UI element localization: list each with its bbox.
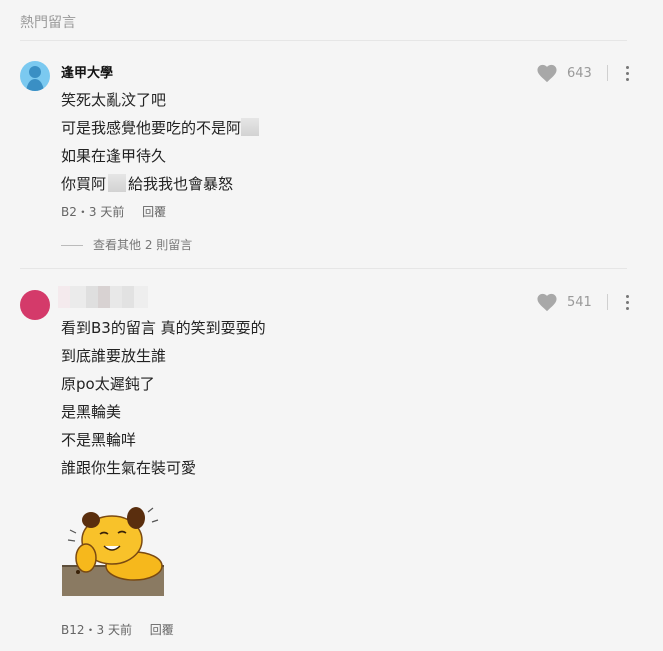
view-more-replies-label: 查看其他 2 則留言: [93, 238, 193, 252]
like-group: 541: [536, 292, 633, 312]
more-vertical-icon[interactable]: [622, 64, 633, 83]
avatar[interactable]: [20, 290, 50, 320]
comment-line: 到底誰要放生誰: [61, 347, 167, 365]
comment-line: 不是黑輪咩: [61, 431, 137, 449]
comment-line: 如果在逢甲待久: [61, 147, 167, 165]
comment-line: 是黑輪美: [61, 403, 122, 421]
divider: [20, 40, 627, 41]
like-group: 643: [536, 63, 633, 83]
author-name-blurred[interactable]: [58, 286, 148, 308]
author-name[interactable]: 逢甲大學: [61, 62, 113, 81]
comment-line: 看到B3的留言 真的笑到耍耍的: [61, 319, 266, 337]
reply-button[interactable]: 回覆: [142, 205, 166, 219]
floor-time: B12・3 天前: [61, 623, 132, 637]
avatar[interactable]: [20, 61, 50, 91]
comment-line: 你買阿 給我我也會暴怒: [61, 174, 234, 193]
comment-line: 笑死太亂汶了吧: [61, 91, 167, 109]
heart-icon[interactable]: [536, 292, 558, 312]
heart-icon[interactable]: [536, 63, 558, 83]
blurred-text: [108, 174, 127, 192]
reply-button[interactable]: 回覆: [150, 623, 174, 637]
separator: [607, 65, 608, 81]
person-silhouette-icon: [26, 66, 44, 91]
comment-line: 原po太遲鈍了: [61, 375, 155, 393]
yellow-dog-sticker: [62, 507, 164, 596]
blurred-text: [241, 118, 260, 136]
dash-line: [61, 245, 83, 246]
view-more-replies[interactable]: 查看其他 2 則留言: [61, 236, 192, 253]
floor-time: B2・3 天前: [61, 205, 125, 219]
comment-line: 誰跟你生氣在裝可愛: [61, 459, 197, 477]
like-count: 541: [567, 294, 592, 310]
like-count: 643: [567, 65, 592, 81]
comment-line: 可是我感覺他要吃的不是阿: [61, 117, 260, 138]
separator: [607, 294, 608, 310]
comment-meta: B2・3 天前 回覆: [61, 203, 166, 220]
more-vertical-icon[interactable]: [622, 293, 633, 312]
section-title: 熱門留言: [20, 15, 76, 31]
divider: [20, 268, 627, 269]
comment-meta: B12・3 天前 回覆: [61, 621, 174, 638]
